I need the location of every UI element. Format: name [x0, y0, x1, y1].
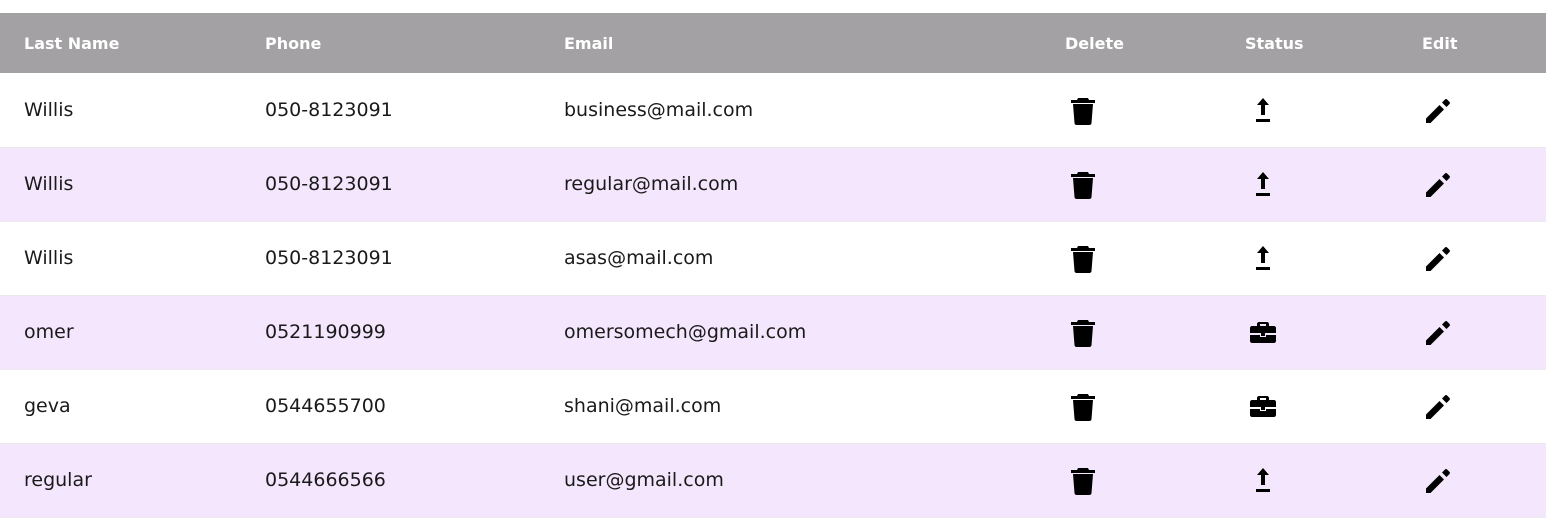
- cell-last-name: omer: [24, 321, 74, 343]
- upload-icon[interactable]: [1247, 168, 1279, 200]
- cell-edit: [1422, 443, 1546, 517]
- header-last-name: Last Name: [24, 33, 120, 53]
- cell-phone: 050-8123091: [265, 98, 393, 121]
- header-status: Status: [1245, 33, 1304, 53]
- header-edit: Edit: [1422, 33, 1458, 53]
- pencil-icon[interactable]: [1422, 390, 1454, 422]
- table-row: Willis 050-8123091 regular@mail.com: [0, 147, 1546, 221]
- pencil-icon[interactable]: [1422, 168, 1454, 200]
- upload-icon[interactable]: [1247, 94, 1279, 126]
- cell-delete: [1065, 73, 1245, 147]
- users-table: Last Name Phone Email Delete Status Edit…: [0, 13, 1546, 518]
- table-row: regular 0544666566 user@gmail.com: [0, 443, 1546, 517]
- cell-email: regular@mail.com: [564, 173, 739, 195]
- cell-status: [1245, 221, 1422, 295]
- cell-email: omersomech@gmail.com: [564, 321, 807, 343]
- cell-delete: [1065, 147, 1245, 221]
- users-table-container: Last Name Phone Email Delete Status Edit…: [0, 13, 1546, 518]
- cell-email: user@gmail.com: [564, 469, 724, 491]
- cell-edit: [1422, 295, 1546, 369]
- cell-edit: [1422, 221, 1546, 295]
- cell-edit: [1422, 369, 1546, 443]
- cell-email: business@mail.com: [564, 98, 754, 121]
- trash-icon[interactable]: [1067, 94, 1099, 126]
- pencil-icon[interactable]: [1422, 316, 1454, 348]
- header-phone: Phone: [265, 33, 322, 53]
- cell-status: [1245, 147, 1422, 221]
- header-email: Email: [564, 33, 614, 53]
- cell-last-name: Willis: [24, 173, 74, 195]
- table-row: omer 0521190999 omersomech@gmail.com: [0, 295, 1546, 369]
- cell-phone: 0521190999: [265, 321, 386, 343]
- cell-delete: [1065, 295, 1245, 369]
- cell-status: [1245, 443, 1422, 517]
- table-row: Willis 050-8123091 business@mail.com: [0, 73, 1546, 147]
- cell-delete: [1065, 443, 1245, 517]
- pencil-icon[interactable]: [1422, 242, 1454, 274]
- table-row: Willis 050-8123091 asas@mail.com: [0, 221, 1546, 295]
- cell-last-name: Willis: [24, 247, 74, 269]
- cell-last-name: geva: [24, 395, 71, 417]
- trash-icon[interactable]: [1067, 316, 1099, 348]
- briefcase-icon[interactable]: [1247, 316, 1279, 348]
- table-header-row: Last Name Phone Email Delete Status Edit: [0, 13, 1546, 73]
- header-delete: Delete: [1065, 33, 1124, 53]
- cell-edit: [1422, 147, 1546, 221]
- trash-icon[interactable]: [1067, 242, 1099, 274]
- cell-delete: [1065, 369, 1245, 443]
- table-row: geva 0544655700 shani@mail.com: [0, 369, 1546, 443]
- cell-edit: [1422, 73, 1546, 147]
- cell-phone: 0544655700: [265, 395, 386, 417]
- cell-delete: [1065, 221, 1245, 295]
- trash-icon[interactable]: [1067, 168, 1099, 200]
- cell-phone: 050-8123091: [265, 247, 393, 269]
- cell-phone: 050-8123091: [265, 173, 393, 195]
- cell-phone: 0544666566: [265, 469, 386, 491]
- cell-email: shani@mail.com: [564, 395, 722, 417]
- upload-icon[interactable]: [1247, 464, 1279, 496]
- trash-icon[interactable]: [1067, 390, 1099, 422]
- cell-status: [1245, 295, 1422, 369]
- pencil-icon[interactable]: [1422, 94, 1454, 126]
- cell-last-name: Willis: [24, 98, 74, 121]
- pencil-icon[interactable]: [1422, 464, 1454, 496]
- trash-icon[interactable]: [1067, 464, 1099, 496]
- upload-icon[interactable]: [1247, 242, 1279, 274]
- briefcase-icon[interactable]: [1247, 390, 1279, 422]
- cell-status: [1245, 73, 1422, 147]
- cell-last-name: regular: [24, 469, 92, 491]
- cell-status: [1245, 369, 1422, 443]
- cell-email: asas@mail.com: [564, 247, 714, 269]
